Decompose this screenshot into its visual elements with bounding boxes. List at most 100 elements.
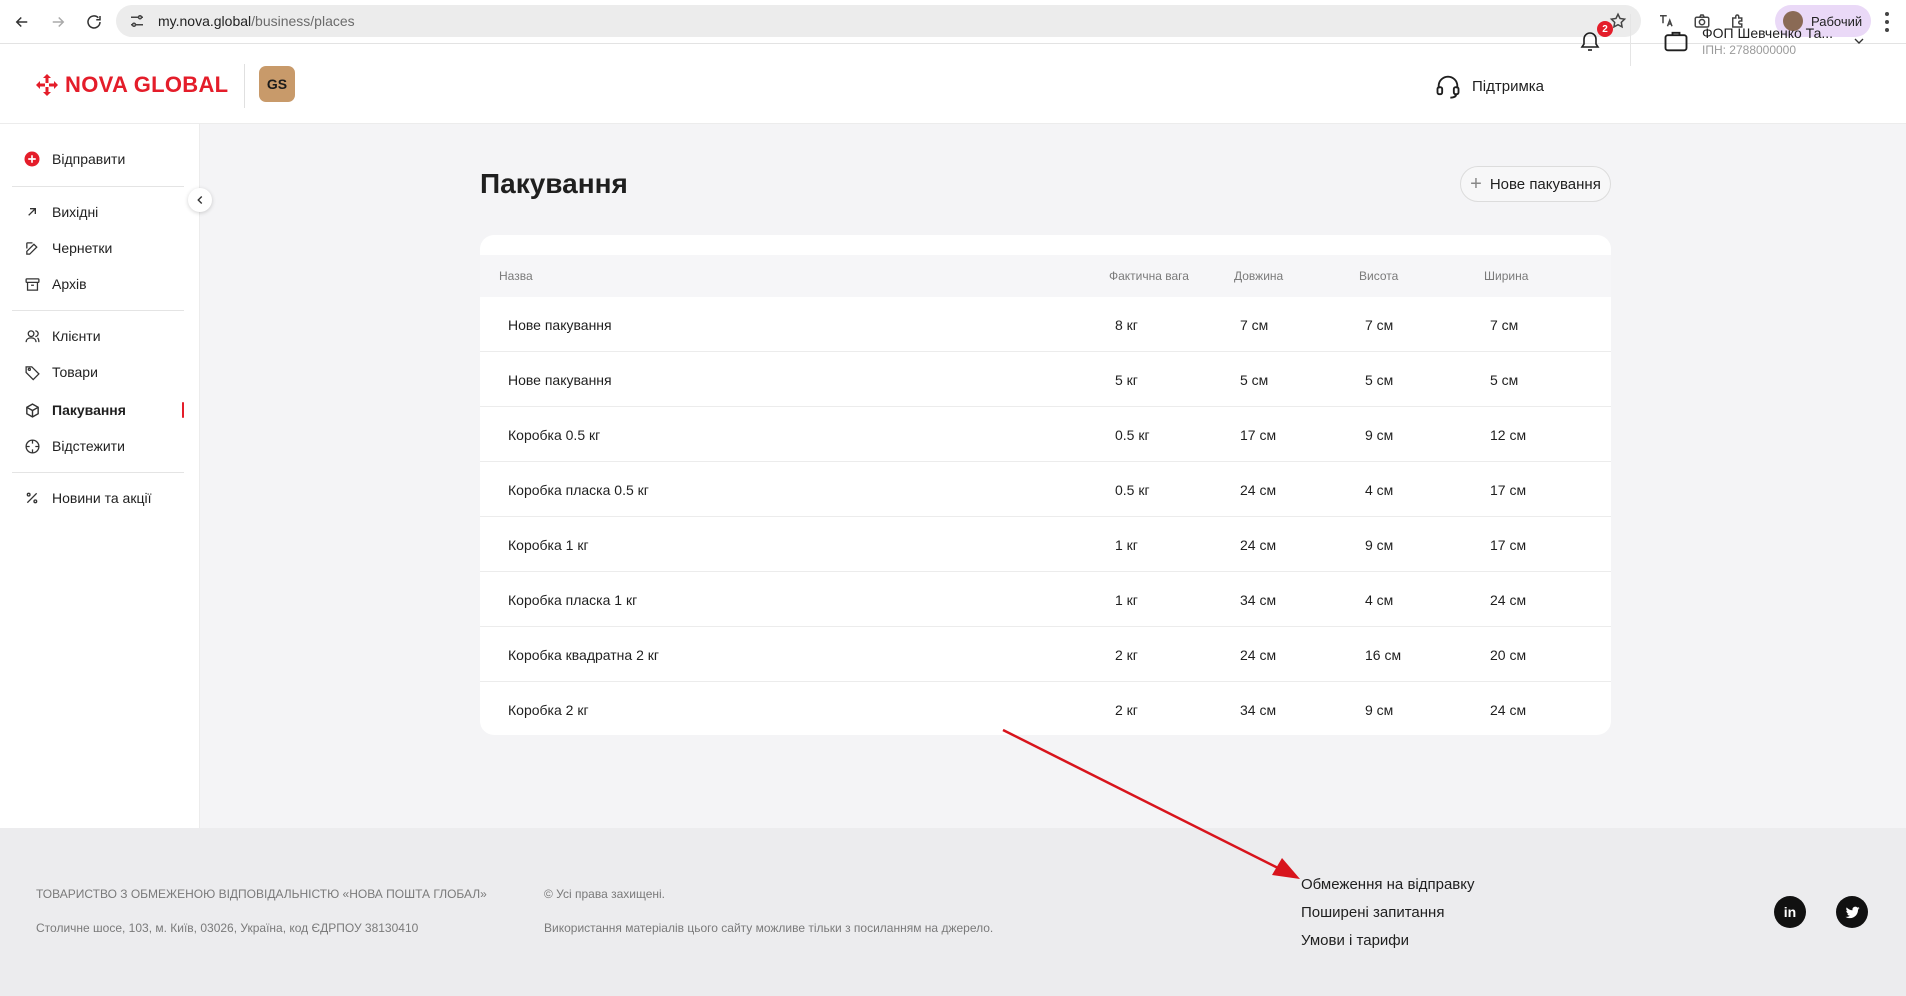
edit-icon [22, 238, 42, 258]
gs-badge[interactable]: GS [259, 66, 295, 102]
cell-height: 9 см [1365, 702, 1394, 718]
cell-width: 17 см [1490, 482, 1527, 498]
table-row[interactable]: Коробка 1 кг 1 кг 24 см 9 см 17 см [480, 517, 1611, 572]
browser-menu-icon[interactable] [1884, 12, 1890, 32]
account-switcher[interactable]: ФОП Шевченко Та... ІПН: 2788000000 [1662, 25, 1867, 57]
table-row[interactable]: Коробка пласка 0.5 кг 0.5 кг 24 см 4 см 17 с… [480, 462, 1611, 517]
cell-width: 20 см [1490, 647, 1527, 663]
column-header-name[interactable]: Назва [499, 269, 533, 283]
column-header-height[interactable]: Висота [1359, 269, 1398, 283]
cell-width: 5 см [1490, 372, 1519, 388]
sidebar-item-goods[interactable]: Товари [22, 360, 98, 384]
percent-icon [22, 488, 42, 508]
table-row[interactable]: Нове пакування 5 кг 5 см 5 см 5 см [480, 352, 1611, 407]
back-icon[interactable] [8, 8, 36, 36]
packaging-table: Назва Фактична вага Довжина Висота Ширин… [480, 235, 1611, 735]
table-row[interactable]: Нове пакування 8 кг 7 см 7 см 7 см [480, 297, 1611, 352]
linkedin-label: in [1783, 904, 1797, 920]
app-header: NOVA GLOBAL GS Підтримка [0, 44, 1906, 124]
table-row[interactable]: Коробка пласка 1 кг 1 кг 34 см 4 см 24 см [480, 572, 1611, 627]
twitter-icon[interactable] [1836, 896, 1868, 928]
tag-icon [22, 362, 42, 382]
cell-width: 24 см [1490, 702, 1527, 718]
url-host: my.nova.global [158, 13, 252, 29]
support-label: Підтримка [1472, 77, 1545, 95]
logo-divider [244, 64, 245, 108]
cell-weight: 0.5 кг [1115, 482, 1150, 498]
footer-link-restrictions[interactable]: Обмеження на відправку [1301, 876, 1475, 893]
cell-weight: 5 кг [1115, 372, 1138, 388]
cell-name: Коробка пласка 0.5 кг [508, 482, 649, 498]
cell-height: 4 см [1365, 592, 1394, 608]
sidebar-item-outgoing[interactable]: Вихідні [22, 200, 98, 224]
new-packaging-button[interactable]: + Нове пакування [1460, 166, 1611, 202]
sidebar-item-label: Товари [52, 364, 98, 380]
sidebar-item-archive[interactable]: Архів [22, 272, 87, 296]
footer-link-faq[interactable]: Поширені запитання [1301, 904, 1444, 921]
cell-weight: 2 кг [1115, 702, 1138, 718]
cell-length: 24 см [1240, 647, 1277, 663]
users-icon [22, 326, 42, 346]
plus-icon: + [1470, 173, 1482, 195]
cell-weight: 0.5 кг [1115, 427, 1150, 443]
nova-global-logo[interactable]: NOVA GLOBAL [35, 72, 228, 98]
cell-length: 5 см [1240, 372, 1269, 388]
cell-height: 4 см [1365, 482, 1394, 498]
sidebar-item-track[interactable]: Відстежити [22, 434, 125, 458]
page-title: Пакування [480, 168, 628, 199]
sidebar-item-drafts[interactable]: Чернетки [22, 236, 112, 260]
active-item-marker [182, 402, 184, 418]
footer-link-terms[interactable]: Умови і тарифи [1301, 932, 1409, 949]
header-separator [1630, 14, 1631, 66]
nova-logo-mark-icon [36, 74, 58, 96]
column-header-width[interactable]: Ширина [1484, 269, 1528, 283]
package-box-icon [22, 400, 42, 420]
briefcase-icon [1664, 31, 1688, 52]
cell-length: 34 см [1240, 702, 1277, 718]
sidebar-item-packaging[interactable]: Пакування [22, 398, 126, 422]
account-info: ФОП Шевченко Та... ІПН: 2788000000 [1702, 25, 1833, 57]
footer: ТОВАРИСТВО З ОБМЕЖЕНОЮ ВІДПОВІДАЛЬНІСТЮ … [0, 828, 1906, 996]
cell-name: Коробка 1 кг [508, 537, 589, 553]
cell-width: 24 см [1490, 592, 1527, 608]
table-row[interactable]: Коробка 2 кг 2 кг 34 см 9 см 24 см [480, 682, 1611, 735]
sidebar-item-label: Новини та акції [52, 490, 152, 506]
cell-height: 16 см [1365, 647, 1402, 663]
chevron-left-icon [197, 196, 203, 204]
site-settings-icon[interactable] [128, 12, 146, 30]
cell-name: Коробка квадратна 2 кг [508, 647, 659, 663]
sidebar-collapse-button[interactable] [188, 188, 212, 212]
linkedin-icon[interactable]: in [1774, 896, 1806, 928]
cell-length: 24 см [1240, 482, 1277, 498]
cell-length: 34 см [1240, 592, 1277, 608]
reload-icon[interactable] [80, 8, 108, 36]
headset-icon [1436, 75, 1460, 99]
cell-name: Нове пакування [508, 317, 612, 333]
column-header-length[interactable]: Довжина [1234, 269, 1283, 283]
table-row[interactable]: Коробка 0.5 кг 0.5 кг 17 см 9 см 12 см [480, 407, 1611, 462]
account-ipn: ІПН: 2788000000 [1702, 43, 1797, 57]
archive-box-icon [22, 274, 42, 294]
cell-weight: 8 кг [1115, 317, 1138, 333]
sidebar-item-label: Відправити [52, 151, 126, 167]
cell-length: 17 см [1240, 427, 1277, 443]
forward-icon[interactable] [44, 8, 72, 36]
footer-usage-note: Використання матеріалів цього сайту можл… [544, 921, 994, 935]
logo-text: NOVA GLOBAL [65, 72, 229, 97]
support-link[interactable]: Підтримка [1434, 72, 1544, 100]
sidebar-item-clients[interactable]: Клієнти [22, 324, 101, 348]
cell-weight: 1 кг [1115, 592, 1138, 608]
column-header-weight[interactable]: Фактична вага [1109, 269, 1189, 283]
sidebar-item-send[interactable]: Відправити [22, 147, 125, 171]
chevron-down-icon[interactable] [1851, 33, 1867, 49]
sidebar-item-label: Архів [52, 276, 87, 292]
sidebar-divider [12, 186, 184, 187]
cell-height: 5 см [1365, 372, 1394, 388]
address-bar[interactable]: my.nova.global/business/places [116, 5, 1641, 37]
sidebar-item-news[interactable]: Новини та акції [22, 486, 151, 510]
sidebar: Відправити Вихідні Чернетки Архів Клієнт… [0, 124, 200, 828]
footer-address: Столичне шосе, 103, м. Київ, 03026, Укра… [36, 921, 419, 935]
sidebar-item-label: Чернетки [52, 240, 113, 256]
table-row[interactable]: Коробка квадратна 2 кг 2 кг 24 см 16 см 20 с… [480, 627, 1611, 682]
cell-width: 12 см [1490, 427, 1527, 443]
